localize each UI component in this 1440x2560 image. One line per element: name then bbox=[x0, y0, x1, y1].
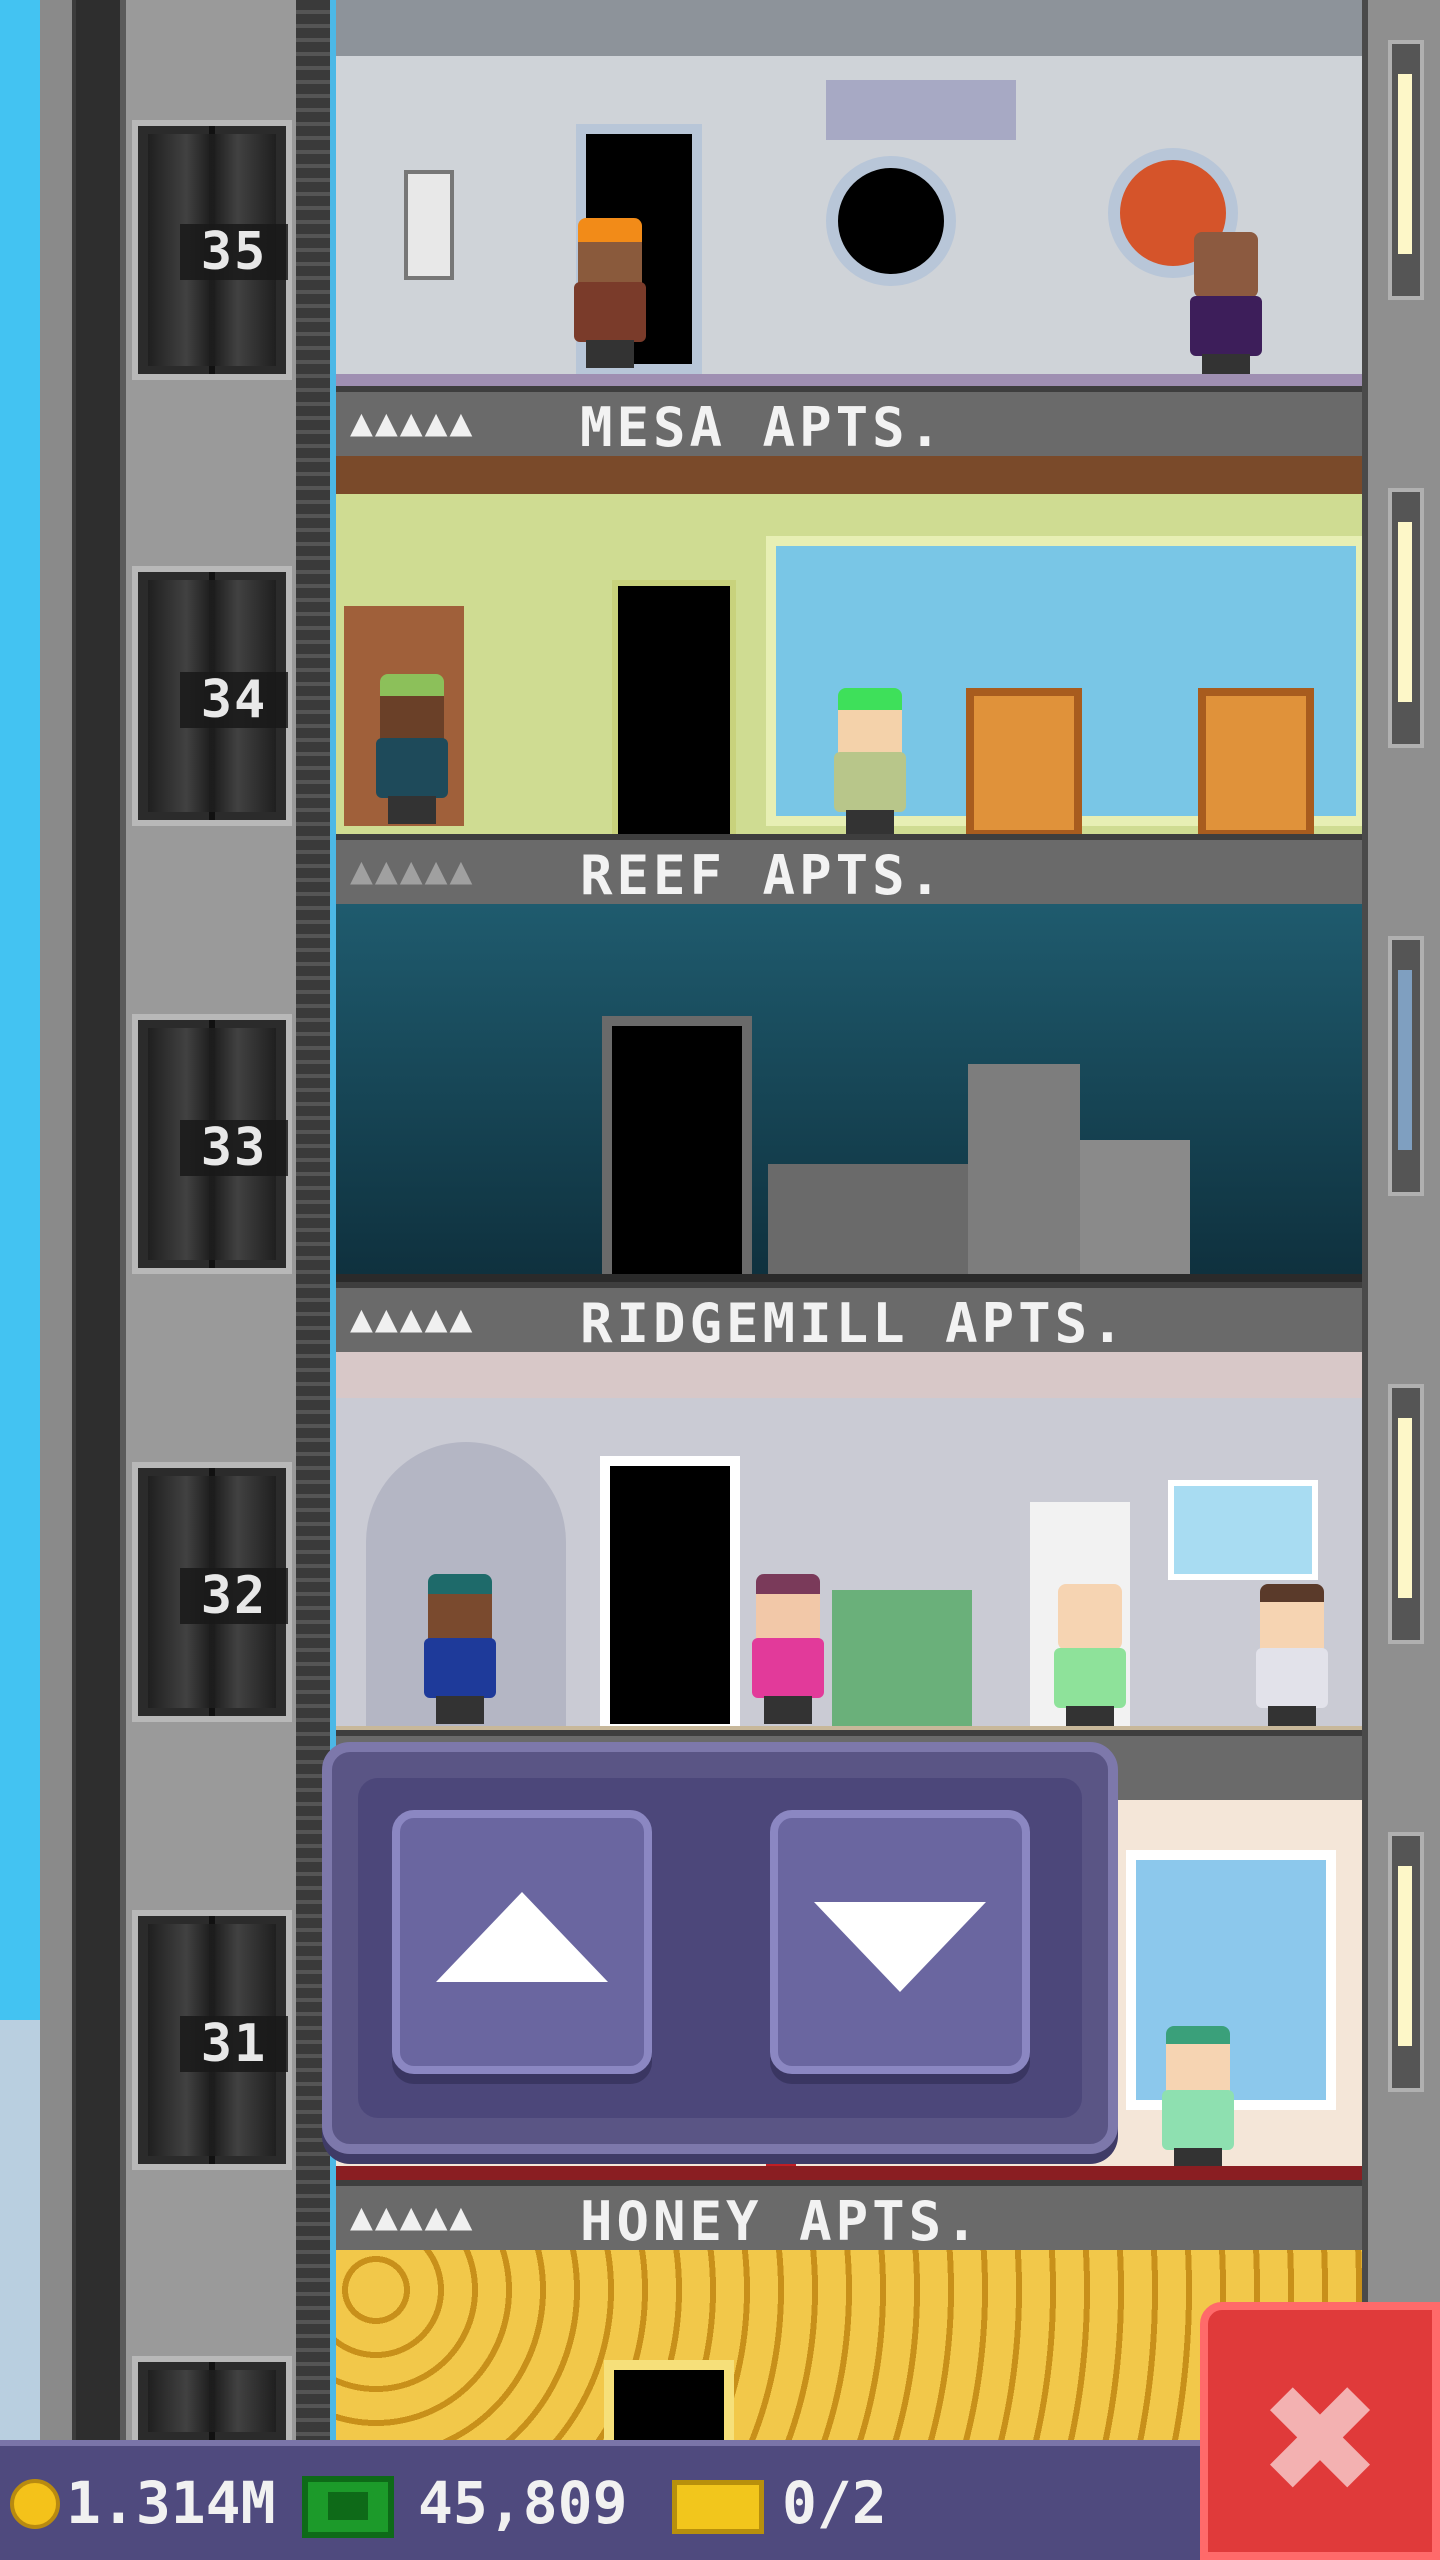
floor-name: MESA APTS. bbox=[580, 396, 946, 459]
wall-trim bbox=[336, 1352, 1362, 1398]
floor-stars: ▲▲▲▲▲ bbox=[350, 2194, 475, 2238]
room-door[interactable] bbox=[604, 2360, 734, 2440]
bux-icon bbox=[302, 2476, 394, 2538]
elevator-up-button[interactable] bbox=[392, 1810, 652, 2074]
wall-window bbox=[1388, 488, 1424, 748]
city-skyline bbox=[0, 2020, 40, 2440]
wall-panel-icon bbox=[404, 170, 454, 280]
floor-stars: ▲▲▲▲▲ bbox=[350, 848, 475, 892]
room-door[interactable] bbox=[602, 1016, 752, 1290]
shaft-outer-rail bbox=[40, 0, 76, 2440]
resident-character[interactable] bbox=[1158, 2026, 1238, 2176]
elevator-door-30[interactable] bbox=[132, 2356, 292, 2446]
resident-character[interactable] bbox=[830, 688, 910, 838]
up-arrow-icon bbox=[436, 1892, 608, 1982]
wall-window bbox=[1388, 40, 1424, 300]
floor-label-bar[interactable]: ▲▲▲▲▲ REEF APTS. bbox=[336, 834, 1362, 907]
ceiling-beams bbox=[336, 456, 1362, 494]
floor-strip bbox=[336, 374, 1362, 386]
floor-number: 32 bbox=[180, 1568, 288, 1624]
floor-name: HONEY APTS. bbox=[580, 2190, 982, 2253]
wall-window bbox=[1388, 936, 1424, 1196]
floor-label-bar[interactable]: ▲▲▲▲▲ RIDGEMILL APTS. bbox=[336, 1282, 1362, 1355]
floor-number: 31 bbox=[180, 2016, 288, 2072]
floor-room-35[interactable] bbox=[336, 0, 1362, 386]
tower-right-wall bbox=[1362, 0, 1440, 2440]
elevator-control-inner bbox=[358, 1778, 1082, 2118]
resident-character[interactable] bbox=[1252, 1584, 1332, 1734]
floor-number: 33 bbox=[180, 1120, 288, 1176]
porthole-window bbox=[826, 156, 956, 286]
ceiling bbox=[336, 0, 1362, 56]
elevator-shaft[interactable]: 35 34 33 32 31 bbox=[40, 0, 330, 2446]
close-button[interactable]: ✖ bbox=[1200, 2302, 1440, 2560]
elevator-control-panel bbox=[322, 1742, 1118, 2154]
floor-name: REEF APTS. bbox=[580, 844, 946, 907]
armchair bbox=[966, 688, 1082, 838]
resident-character[interactable] bbox=[420, 1574, 500, 1724]
control-panel bbox=[826, 80, 1016, 140]
down-arrow-icon bbox=[814, 1902, 986, 1992]
wall-window bbox=[1388, 1832, 1424, 2092]
floor-room-34[interactable] bbox=[336, 456, 1362, 840]
floor-stars: ▲▲▲▲▲ bbox=[350, 400, 475, 444]
floor-stars: ▲▲▲▲▲ bbox=[350, 1296, 475, 1340]
close-icon: ✖ bbox=[1257, 2354, 1383, 2528]
coins-value: 1.314M bbox=[66, 2469, 276, 2537]
floor-label-bar[interactable]: ▲▲▲▲▲ HONEY APTS. bbox=[336, 2180, 1362, 2253]
resident-character[interactable] bbox=[1050, 1584, 1130, 1734]
refrigerator bbox=[968, 1064, 1080, 1286]
tickets-value: 0/2 bbox=[782, 2469, 887, 2537]
room-door[interactable] bbox=[612, 580, 736, 840]
coin-icon bbox=[10, 2479, 60, 2529]
elevator-down-button[interactable] bbox=[770, 1810, 1030, 2074]
sky-background bbox=[0, 0, 40, 2440]
floor-label-bar[interactable]: ▲▲▲▲▲ MESA APTS. bbox=[336, 386, 1362, 459]
armchair bbox=[1198, 688, 1314, 838]
ticket-icon bbox=[672, 2480, 764, 2534]
resident-character[interactable] bbox=[748, 1574, 828, 1724]
floor-room-33[interactable] bbox=[336, 904, 1362, 1290]
floor-number: 34 bbox=[180, 672, 288, 728]
wall-window bbox=[1388, 1384, 1424, 1644]
shaft-left-rail bbox=[76, 0, 120, 2440]
kitchen-window bbox=[1168, 1480, 1318, 1580]
floor-number: 35 bbox=[180, 224, 288, 280]
resident-character[interactable] bbox=[1186, 232, 1266, 382]
oven bbox=[1080, 1140, 1190, 1286]
resident-character[interactable] bbox=[570, 218, 650, 368]
resident-character[interactable] bbox=[372, 674, 452, 824]
sofa bbox=[832, 1590, 972, 1734]
bux-value: 45,809 bbox=[418, 2469, 628, 2537]
floor-room-32[interactable] bbox=[336, 1352, 1362, 1736]
room-door[interactable] bbox=[600, 1456, 740, 1734]
floor-name: RIDGEMILL APTS. bbox=[580, 1292, 1128, 1355]
kitchen-counter bbox=[768, 1164, 968, 1284]
